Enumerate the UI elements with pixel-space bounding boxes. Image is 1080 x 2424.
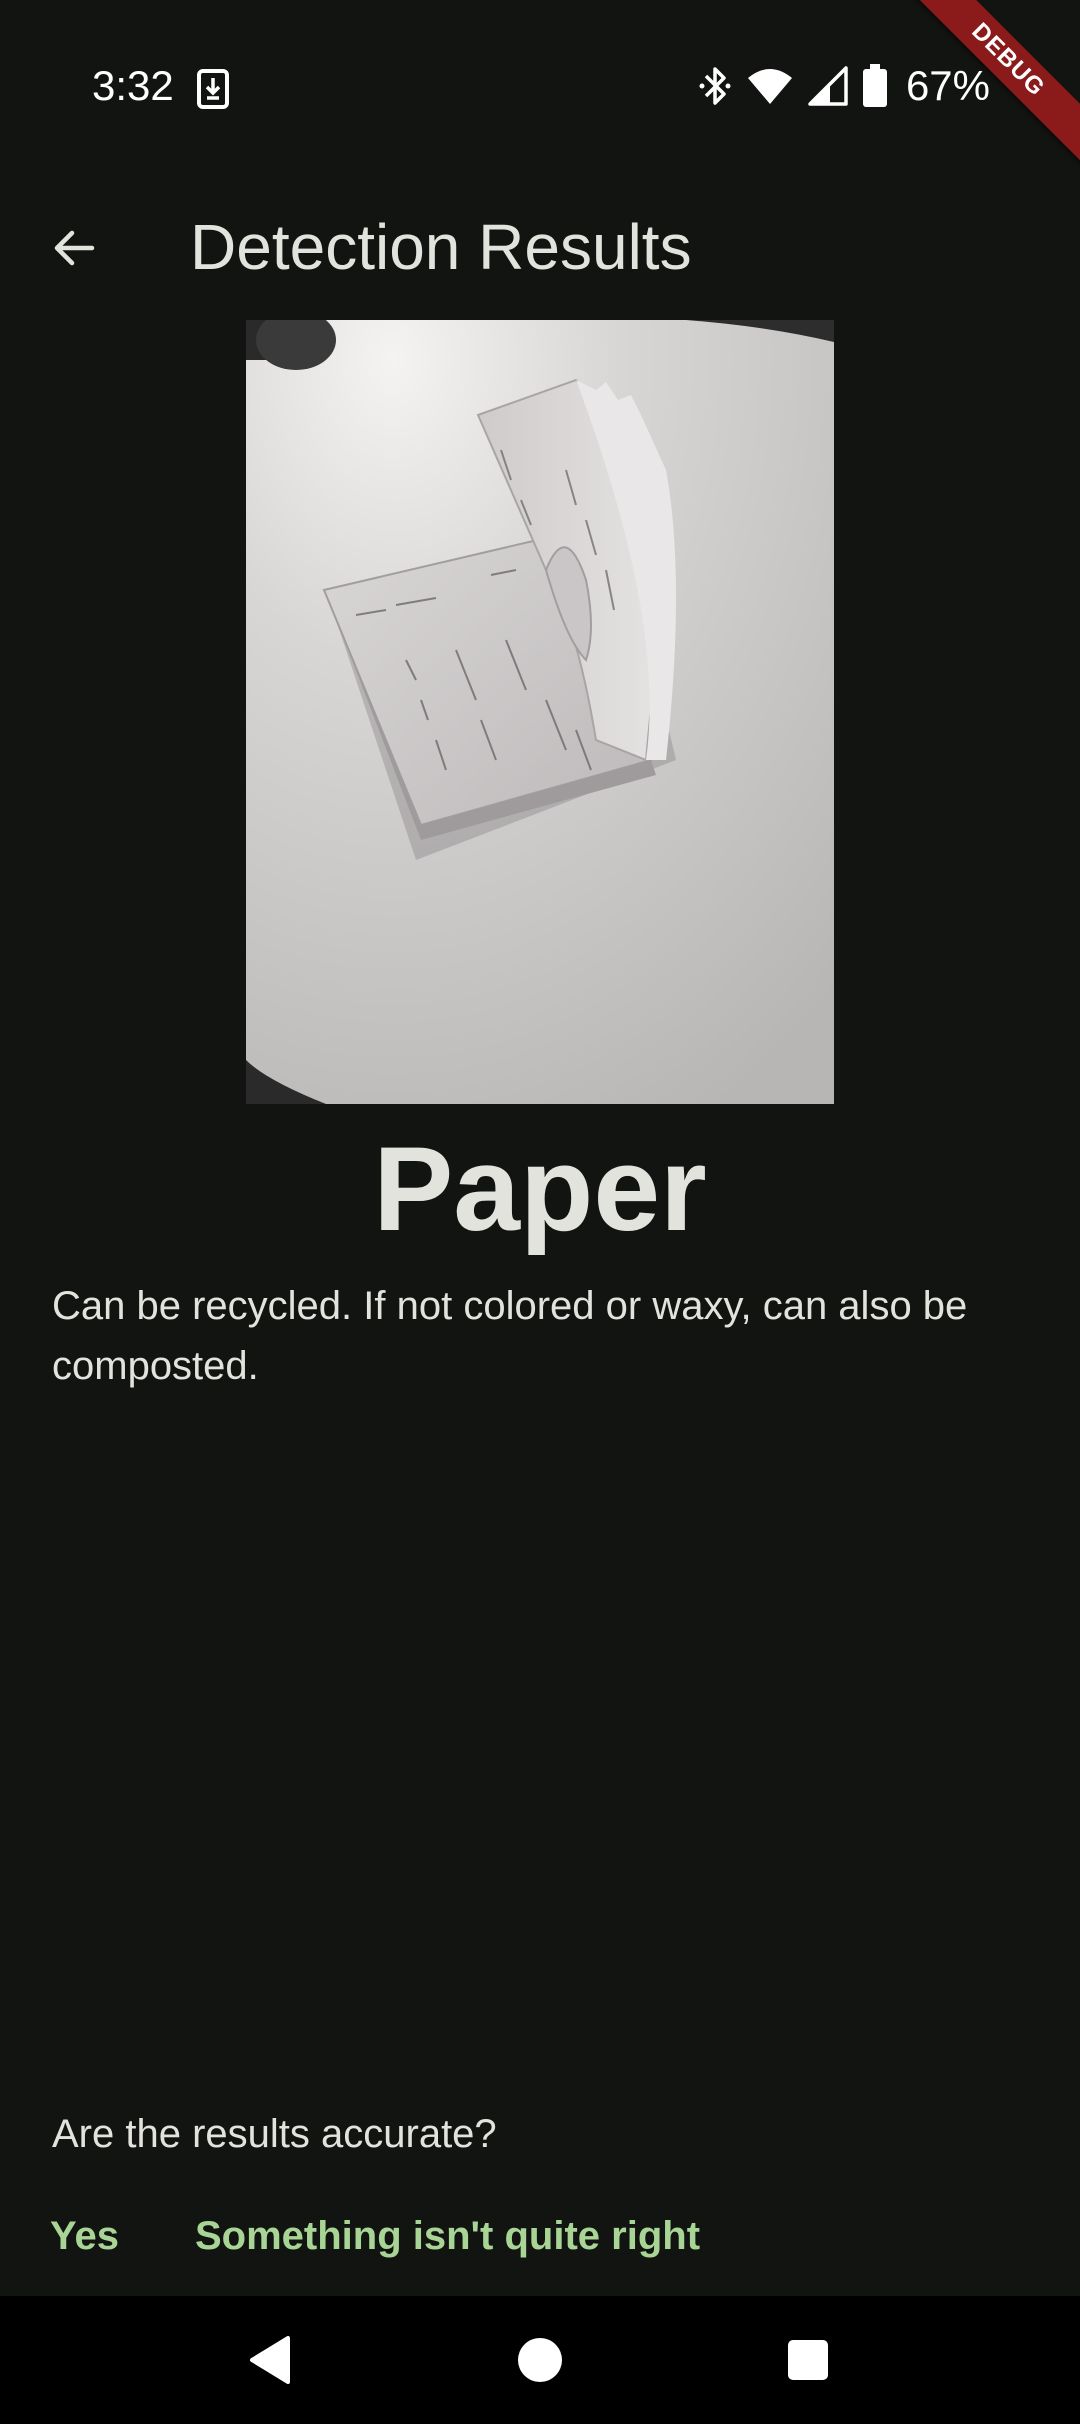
not-right-button[interactable]: Something isn't quite right (171, 2198, 724, 2275)
wifi-icon (747, 69, 792, 104)
status-time: 3:32 (92, 62, 174, 109)
status-bar: 3:32 67% (0, 0, 1080, 176)
home-circle-icon (518, 2338, 562, 2382)
recents-square-icon (788, 2340, 828, 2380)
app-bar: Detection Results (0, 176, 1080, 316)
result-description: Can be recycled. If not colored or waxy,… (52, 1284, 968, 1388)
paper-photo-image (246, 320, 834, 1104)
download-icon (197, 69, 229, 109)
bluetooth-icon (699, 67, 731, 105)
arrow-back-icon (54, 230, 95, 266)
feedback-buttons: Yes Something isn't quite right (26, 2196, 724, 2276)
page-title: Detection Results (190, 211, 692, 283)
back-button[interactable] (28, 202, 120, 294)
detection-results-screen: 3:32 67% DEBUG Detection Results Paper C… (0, 0, 1080, 2424)
nav-home-button[interactable] (504, 2324, 576, 2396)
captured-photo (246, 320, 834, 1104)
signal-icon (808, 66, 848, 106)
battery-percent: 67% (905, 62, 990, 109)
result-label: Paper (373, 1122, 707, 1256)
back-triangle-icon (250, 2336, 290, 2384)
battery-icon (862, 64, 887, 107)
feedback-question: Are the results accurate? (52, 2112, 497, 2156)
nav-back-button[interactable] (234, 2324, 306, 2396)
yes-button[interactable]: Yes (26, 2198, 143, 2275)
status-icons: 67% (698, 60, 990, 112)
nav-recents-button[interactable] (772, 2324, 844, 2396)
system-nav-bar (0, 2296, 1080, 2424)
